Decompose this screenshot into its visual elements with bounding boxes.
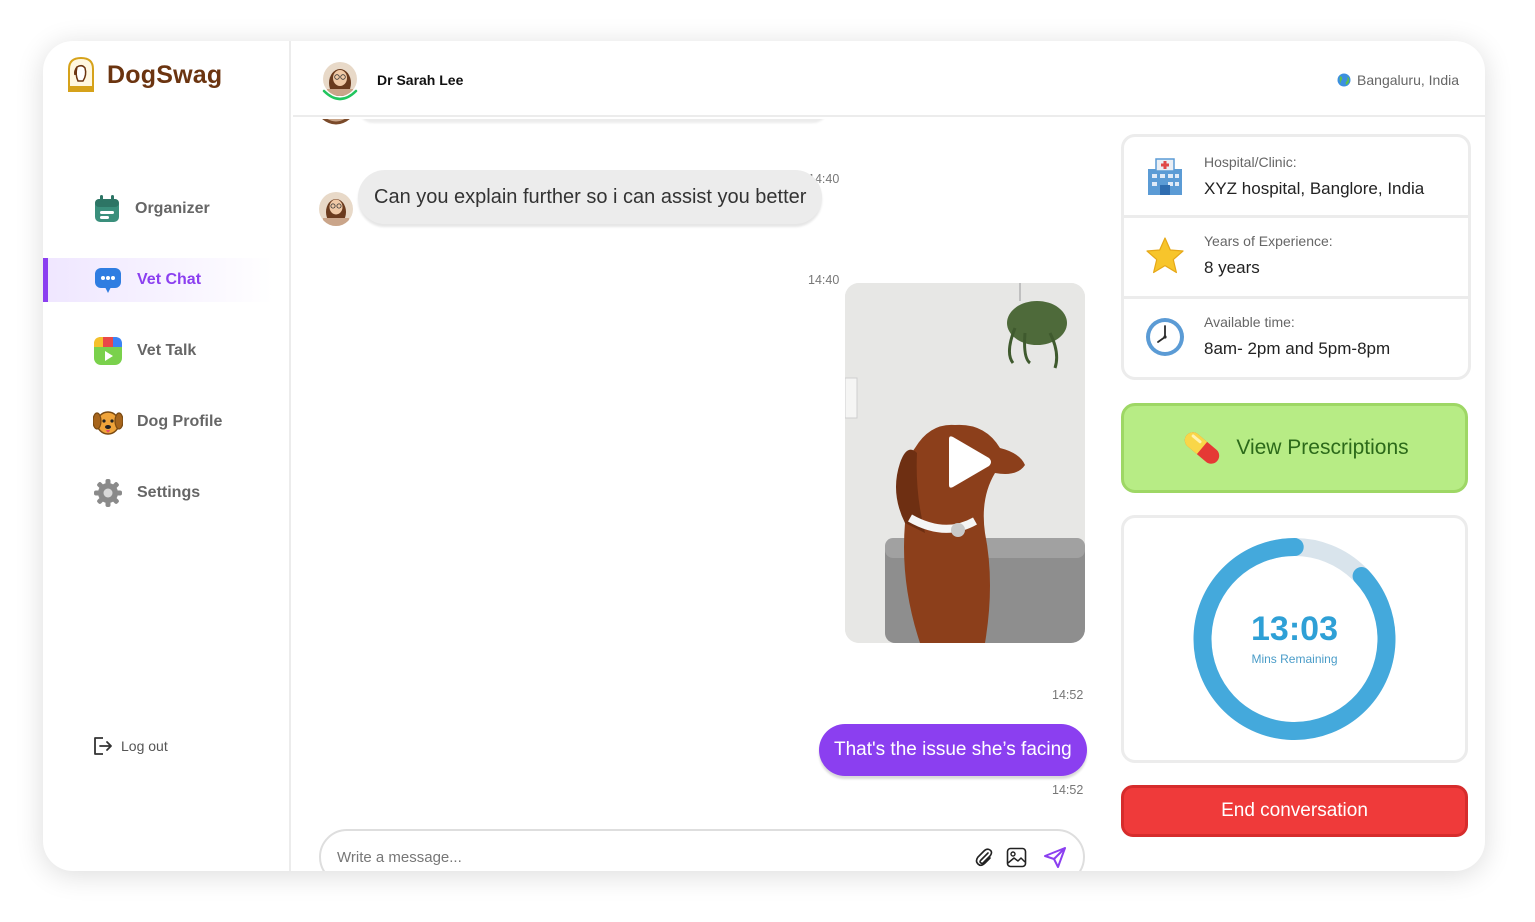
- logout-button[interactable]: Log out: [91, 735, 168, 757]
- app-window: DogSwag Organizer Vet Chat Vet Talk Dog …: [43, 41, 1485, 871]
- doctor-avatar-small: [319, 192, 353, 226]
- star-icon: [1146, 236, 1184, 273]
- message-composer: [319, 829, 1085, 871]
- sidebar-item-vet-chat[interactable]: Vet Chat: [43, 258, 273, 302]
- paperclip-icon: [975, 848, 993, 867]
- end-conversation-button[interactable]: End conversation: [1121, 785, 1468, 837]
- clock-icon: [1146, 317, 1184, 356]
- experience-label: Years of Experience:: [1204, 233, 1333, 249]
- send-button[interactable]: [1043, 846, 1067, 868]
- experience-row: Years of Experience: 8 years: [1124, 215, 1468, 293]
- view-prescriptions-button[interactable]: View Prescriptions: [1121, 403, 1468, 493]
- message-bubble-incoming: [358, 119, 828, 121]
- message-time: 14:40: [808, 273, 840, 287]
- message-time: 14:52: [1052, 783, 1084, 797]
- doctor-info-card: Hospital/Clinic: XYZ hospital, Banglore,…: [1121, 134, 1471, 380]
- sidebar-item-label: Settings: [137, 484, 201, 501]
- video-app-icon: [94, 337, 122, 365]
- sidebar-item-label: Vet Chat: [137, 271, 202, 288]
- sidebar: DogSwag Organizer Vet Chat Vet Talk Dog …: [43, 41, 291, 871]
- dog-face-icon: [93, 411, 123, 435]
- play-icon[interactable]: [945, 435, 993, 489]
- sidebar-item-dog-profile[interactable]: Dog Profile: [43, 400, 273, 444]
- experience-value: 8 years: [1204, 258, 1260, 277]
- hospital-icon: [1148, 158, 1182, 195]
- end-conversation-label: End conversation: [1221, 800, 1368, 821]
- app-logo[interactable]: DogSwag: [65, 55, 222, 95]
- app-name: DogSwag: [107, 60, 223, 89]
- attach-button[interactable]: [974, 847, 994, 867]
- logout-icon: [94, 737, 112, 755]
- message-bubble-incoming: Can you explain further so i can assist …: [358, 170, 823, 224]
- location: Bangaluru, India: [1337, 72, 1459, 88]
- hospital-row: Hospital/Clinic: XYZ hospital, Banglore,…: [1124, 137, 1468, 215]
- timer-value: 13:03: [1251, 610, 1338, 648]
- doctor-name: Dr Sarah Lee: [377, 72, 464, 88]
- sidebar-item-label: Dog Profile: [137, 413, 223, 430]
- view-prescriptions-label: View Prescriptions: [1236, 436, 1409, 459]
- hospital-value: XYZ hospital, Banglore, India: [1204, 178, 1425, 198]
- sidebar-item-label: Organizer: [135, 200, 210, 217]
- timer-card: 13:03 Mins Remaining: [1121, 515, 1468, 763]
- send-icon: [1044, 847, 1066, 868]
- message-time: 14:52: [1052, 688, 1084, 702]
- video-message[interactable]: [845, 283, 1085, 643]
- sidebar-item-settings[interactable]: Settings: [43, 471, 273, 515]
- calendar-icon: [95, 195, 119, 222]
- logout-label: Log out: [121, 738, 168, 754]
- chat-thread[interactable]: 14:40 Can you explain further so i can a…: [293, 119, 1123, 871]
- availability-label: Available time:: [1204, 314, 1295, 330]
- sidebar-item-organizer[interactable]: Organizer: [43, 187, 273, 231]
- doctor-avatar-small: [322, 119, 350, 125]
- doctor-avatar[interactable]: [321, 61, 359, 103]
- availability-row: Available time: 8am- 2pm and 5pm-8pm: [1124, 296, 1468, 374]
- image-button[interactable]: [1006, 847, 1027, 868]
- timer-label: Mins Remaining: [1251, 652, 1338, 666]
- globe-icon: [1337, 73, 1351, 87]
- sidebar-item-label: Vet Talk: [137, 342, 197, 359]
- message-bubble-outgoing: That's the issue she’s facing: [819, 724, 1087, 776]
- chat-bubble-icon: [95, 268, 121, 293]
- chat-header: Dr Sarah Lee Bangaluru, India: [293, 41, 1485, 117]
- message-input[interactable]: [337, 848, 962, 866]
- pill-icon: [1185, 432, 1220, 464]
- sidebar-item-vet-talk[interactable]: Vet Talk: [43, 329, 273, 373]
- availability-value: 8am- 2pm and 5pm-8pm: [1204, 339, 1391, 358]
- image-icon: [1006, 847, 1027, 867]
- gear-icon: [94, 479, 122, 507]
- hospital-label: Hospital/Clinic:: [1204, 153, 1297, 170]
- location-text: Bangaluru, India: [1357, 72, 1459, 88]
- dogswag-logo-icon: [68, 56, 94, 92]
